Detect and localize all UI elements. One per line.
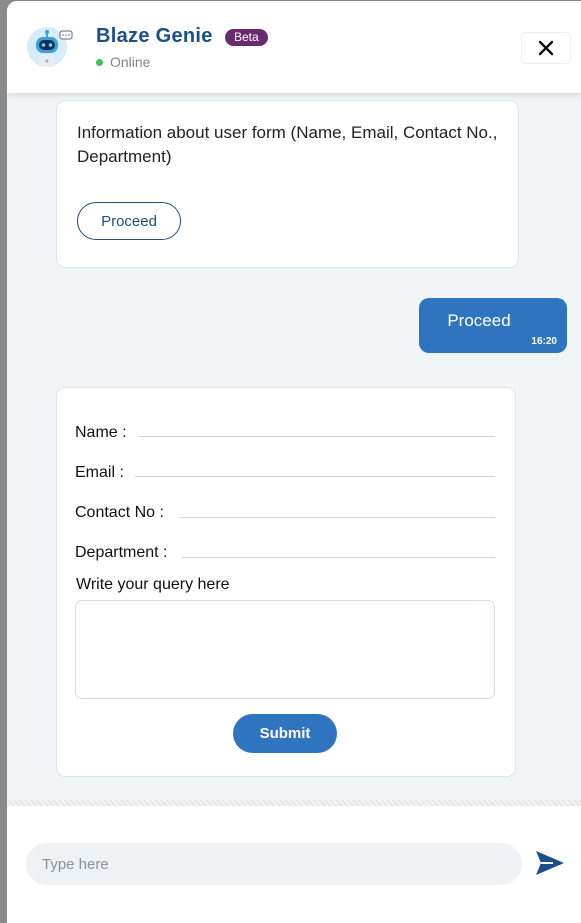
- online-status-dot: [96, 59, 103, 66]
- bot-message-text: Information about user form (Name, Email…: [77, 123, 498, 166]
- send-button[interactable]: [535, 850, 567, 878]
- name-field[interactable]: [139, 436, 495, 437]
- email-field-row: Email :: [75, 464, 495, 488]
- close-icon: [538, 40, 554, 56]
- submit-button[interactable]: Submit: [233, 714, 337, 753]
- message-input[interactable]: [26, 843, 522, 885]
- department-label: Department :: [75, 544, 168, 561]
- message-timestamp: 16:20: [531, 336, 557, 347]
- query-label: Write your query here: [76, 576, 230, 593]
- user-message-bubble: Proceed 16:20: [419, 298, 567, 353]
- chat-window: Blaze Genie Beta Online Information abou…: [7, 1, 581, 923]
- email-field[interactable]: [135, 476, 495, 477]
- beta-badge: Beta: [225, 29, 268, 46]
- name-label: Name :: [75, 424, 127, 441]
- department-field[interactable]: [182, 557, 495, 558]
- contact-label: Contact No :: [75, 504, 164, 521]
- chat-header: Blaze Genie Beta Online: [7, 1, 581, 93]
- bot-message-card: Information about user form (Name, Email…: [56, 100, 519, 268]
- app-title: Blaze Genie: [96, 25, 213, 47]
- query-textarea[interactable]: [75, 600, 495, 699]
- online-status-text: Online: [110, 54, 151, 70]
- contact-field[interactable]: [179, 517, 495, 518]
- contact-field-row: Contact No :: [75, 504, 495, 528]
- user-form-card: Name : Email : Contact No : Department :…: [56, 387, 516, 777]
- send-icon: [536, 851, 564, 875]
- robot-avatar-icon: [27, 25, 73, 69]
- chat-footer: [7, 806, 581, 923]
- user-message-text: Proceed: [447, 311, 511, 330]
- department-field-row: Department :: [75, 544, 495, 568]
- proceed-option-button[interactable]: Proceed: [77, 202, 181, 240]
- name-field-row: Name :: [75, 424, 495, 448]
- email-label: Email :: [75, 464, 124, 481]
- close-button[interactable]: [521, 32, 571, 64]
